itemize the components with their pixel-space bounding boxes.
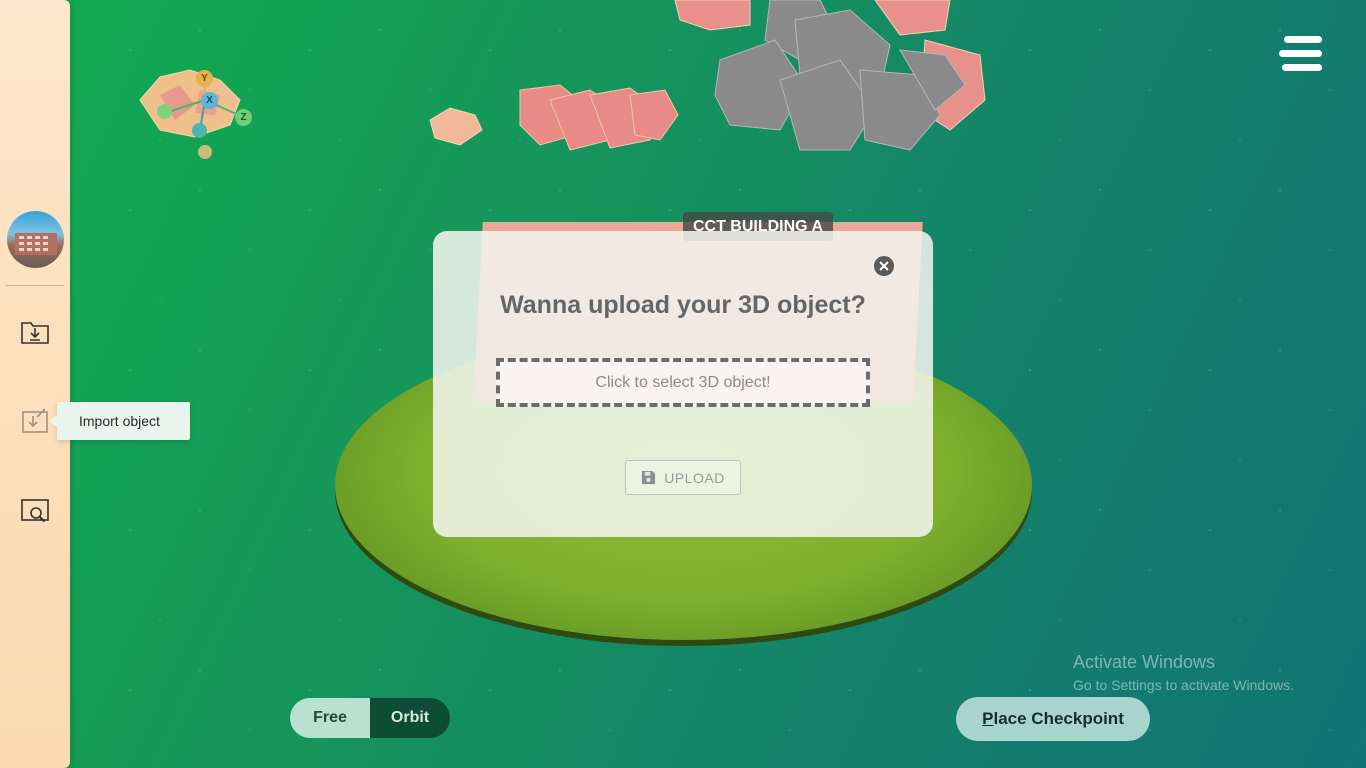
close-icon [879,261,889,271]
cloud-cluster-top [429,0,986,151]
gizmo-handle-bottom[interactable] [198,145,212,159]
gizmo-x-axis[interactable]: X [201,92,218,109]
checkpoint-label: lace Checkpoint [993,709,1124,728]
camera-mode-toggle: Free Orbit [290,698,450,738]
search-object-icon [21,499,49,523]
building-avatar-image [15,233,57,255]
folder-download-icon [21,322,49,344]
search-object-button[interactable] [19,495,51,527]
mode-orbit-button[interactable]: Orbit [370,698,450,738]
dropzone-label: Click to select 3D object! [595,373,771,391]
file-select-dropzone[interactable]: Click to select 3D object! [496,358,870,407]
avatar[interactable] [7,211,64,268]
import-object-icon [22,408,48,433]
gizmo-handle-center[interactable] [192,123,207,138]
place-checkpoint-button[interactable]: Place Checkpoint [956,697,1150,741]
gizmo-y-axis[interactable]: Y [196,70,213,87]
upload-label: UPLOAD [664,469,725,486]
sidebar [0,0,70,768]
folder-download-button[interactable] [19,316,51,348]
checkpoint-accesskey: P [982,709,994,728]
upload-button[interactable]: UPLOAD [625,460,741,495]
mode-free-button[interactable]: Free [290,698,370,738]
dialog-title: Wanna upload your 3D object? [500,291,866,319]
sidebar-divider [6,285,64,286]
gizmo-z-axis[interactable]: Z [235,109,252,126]
selected-cloud [139,69,244,138]
activate-windows-subtitle: Go to Settings to activate Windows. [1073,677,1294,693]
upload-dialog: Wanna upload your 3D object? Click to se… [433,231,933,537]
gizmo-handle-left[interactable] [157,104,172,119]
menu-button[interactable] [1279,36,1322,71]
import-object-tooltip: Import object [49,402,190,440]
save-icon [642,470,656,485]
import-object-button[interactable] [19,406,51,438]
activate-windows-title: Activate Windows [1073,652,1216,672]
close-button[interactable] [874,256,894,276]
